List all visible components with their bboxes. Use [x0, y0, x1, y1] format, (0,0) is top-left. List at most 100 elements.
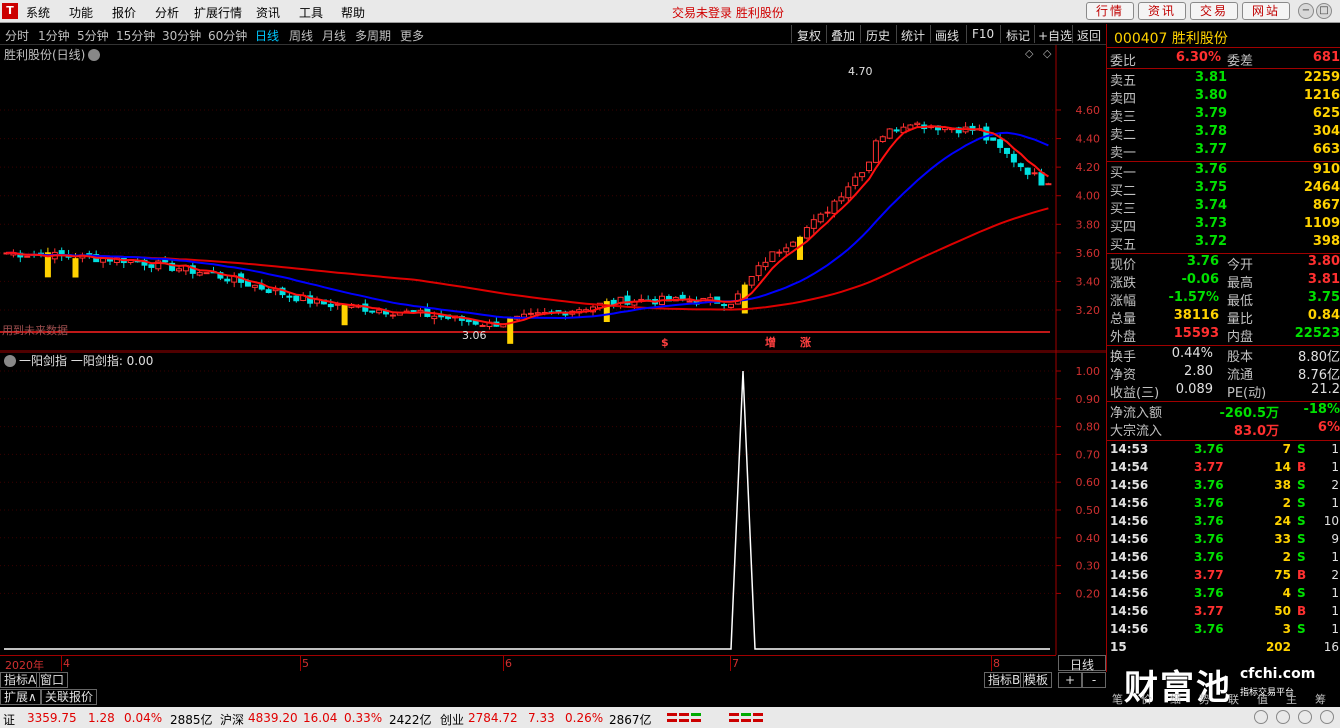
quote-button[interactable]: 行情: [1086, 2, 1134, 20]
price: 3.72: [1195, 234, 1228, 249]
fundamental-row: 净资 2.80 流通 8.76亿: [1107, 364, 1340, 383]
period-more[interactable]: 更多: [400, 27, 424, 44]
candle-body: [721, 304, 728, 307]
period-monthly[interactable]: 月线: [322, 27, 346, 44]
candle-body: [251, 284, 258, 288]
index-label[interactable]: 创业: [440, 711, 464, 728]
network-icon[interactable]: [1298, 710, 1312, 724]
label: 卖三: [1110, 110, 1137, 125]
maximize-icon[interactable]: □: [1316, 3, 1332, 19]
zoom-out-button[interactable]: -: [1082, 672, 1106, 688]
menu-function[interactable]: 功能: [69, 4, 93, 21]
panel-tab[interactable]: 筹: [1315, 691, 1326, 707]
panel-tab[interactable]: 笔: [1112, 691, 1123, 707]
volume: 398: [1312, 234, 1340, 249]
menu-analysis[interactable]: 分析: [155, 4, 179, 21]
high-price-label: 4.70: [848, 65, 873, 78]
tab-indicator-b[interactable]: 指标B: [984, 672, 1025, 688]
period-30min[interactable]: 30分钟: [162, 27, 201, 44]
back-button[interactable]: 返回: [1077, 27, 1101, 44]
index-change: 1.28: [88, 711, 115, 725]
date-label: 4: [63, 657, 70, 670]
alert-icon[interactable]: [1254, 710, 1268, 724]
label: 卖四: [1110, 92, 1137, 107]
zoom-in-button[interactable]: +: [1058, 672, 1082, 688]
period-1min[interactable]: 1分钟: [38, 27, 70, 44]
period-weekly[interactable]: 周线: [289, 27, 313, 44]
kline-chart[interactable]: 4.60 4.40 4.20 4.00 3.80 3.60 3.40 3.20 4.70 3.06…: [0, 45, 1106, 352]
news-button[interactable]: 资讯: [1138, 2, 1186, 20]
trade-button[interactable]: 交易: [1190, 2, 1238, 20]
volume: 304: [1312, 124, 1340, 139]
period-multi[interactable]: 多周期: [355, 27, 391, 44]
f10-button[interactable]: F10: [972, 27, 994, 41]
value: 0.089: [1175, 382, 1213, 397]
count: 2: [1331, 478, 1339, 492]
settings-icon[interactable]: [1276, 710, 1290, 724]
y-tick-label: 3.20: [1076, 304, 1101, 317]
label: 买四: [1110, 220, 1137, 235]
menu-help[interactable]: 帮助: [341, 4, 365, 21]
mark-button[interactable]: 标记: [1006, 27, 1030, 44]
period-15min[interactable]: 15分钟: [116, 27, 155, 44]
panel-tab[interactable]: 主: [1286, 691, 1297, 707]
tab-related-quotes[interactable]: 关联报价: [41, 689, 98, 705]
candle-body: [1045, 183, 1052, 186]
value: 3.81: [1307, 272, 1340, 287]
panel-tab[interactable]: 价: [1141, 691, 1152, 707]
period-intraday[interactable]: 分时: [5, 27, 29, 44]
restore-rights-button[interactable]: 复权: [797, 27, 821, 44]
panel-tab[interactable]: 细: [1170, 691, 1181, 707]
tab-window[interactable]: 窗口: [36, 672, 69, 688]
candle-body: [1024, 167, 1031, 175]
price: 3.76: [1194, 478, 1224, 492]
period-daily[interactable]: 日线: [255, 27, 279, 44]
value: 3.76: [1186, 254, 1219, 269]
index-label[interactable]: 证: [3, 711, 15, 728]
count: 1: [1331, 622, 1339, 636]
menu-system[interactable]: 系统: [26, 4, 50, 21]
date-tick: [300, 656, 301, 671]
add-favorite-button[interactable]: +自选: [1038, 27, 1072, 44]
candle-body: [776, 251, 783, 254]
menu-news[interactable]: 资讯: [256, 4, 280, 21]
menu-extended[interactable]: 扩展行情: [194, 4, 242, 21]
bid-row: 买二 3.75 2464: [1107, 180, 1340, 199]
watermark-site: cfchi.com: [1240, 666, 1316, 682]
chevron-down-icon[interactable]: [88, 49, 101, 61]
index-value: 4839.20: [248, 711, 298, 725]
tab-extension[interactable]: 扩展∧: [0, 689, 41, 705]
menu-tools[interactable]: 工具: [299, 4, 323, 21]
side: S: [1297, 496, 1306, 510]
tab-template[interactable]: 模板: [1020, 672, 1053, 688]
panel-tab[interactable]: 势: [1199, 691, 1210, 707]
candle-body: [389, 314, 396, 317]
y-tick-label: 3.80: [1076, 218, 1101, 231]
draw-line-button[interactable]: 画线: [935, 27, 959, 44]
website-button[interactable]: 网站: [1242, 2, 1290, 20]
price: 3.79: [1195, 106, 1228, 121]
value: -0.06: [1181, 272, 1219, 287]
history-button[interactable]: 历史: [866, 27, 890, 44]
tab-indicator-a[interactable]: 指标A: [0, 672, 41, 688]
overlay-button[interactable]: 叠加: [831, 27, 855, 44]
indicator-chart[interactable]: 1.00 0.90 0.80 0.70 0.60 0.50 0.40 0.30 0.20: [0, 352, 1106, 655]
period-5min[interactable]: 5分钟: [77, 27, 109, 44]
side: S: [1297, 586, 1306, 600]
volume: 4: [1282, 586, 1291, 600]
candle-body: [341, 303, 348, 326]
statistics-button[interactable]: 统计: [901, 27, 925, 44]
panel-tab[interactable]: 值: [1257, 691, 1268, 707]
candle-body: [24, 255, 31, 258]
label: 大宗流入: [1110, 424, 1163, 439]
index-value: 3359.75: [27, 711, 77, 725]
menu-quote[interactable]: 报价: [112, 4, 136, 21]
chevron-down-icon[interactable]: [4, 355, 16, 367]
tick-row: 14:56 3.77 50 B 1: [1107, 604, 1340, 622]
period-60min[interactable]: 60分钟: [208, 27, 247, 44]
lock-icon[interactable]: [1320, 710, 1334, 724]
minimize-icon[interactable]: −: [1298, 3, 1314, 19]
index-label[interactable]: 沪深: [220, 711, 244, 728]
period-label[interactable]: 日线: [1058, 655, 1106, 672]
panel-tab[interactable]: 联: [1228, 691, 1239, 707]
